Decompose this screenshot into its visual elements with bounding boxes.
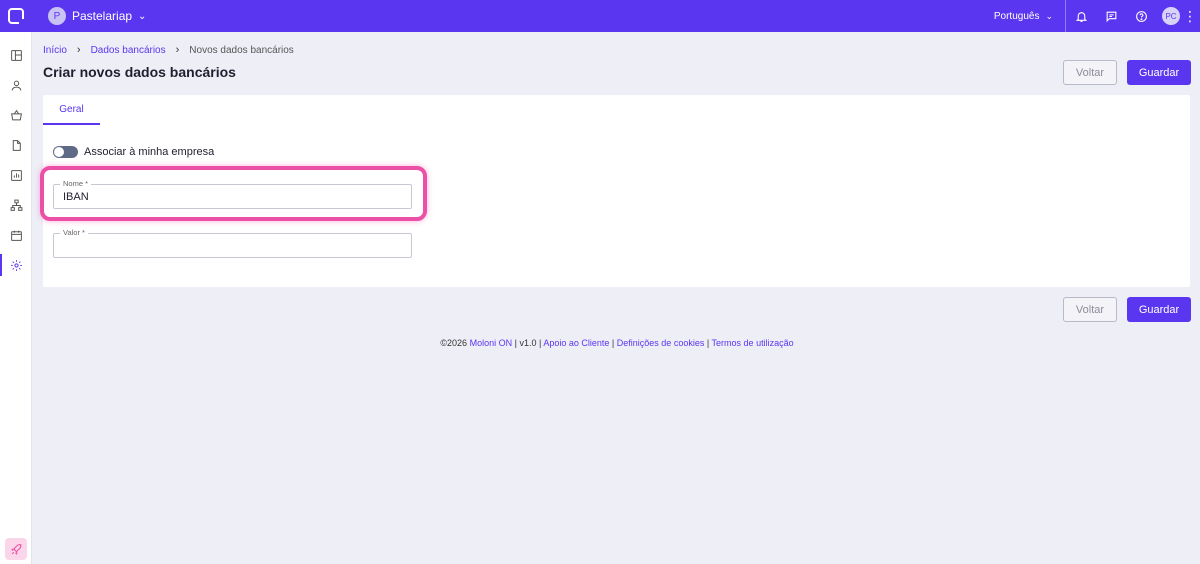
- back-button-bottom[interactable]: Voltar: [1063, 297, 1117, 322]
- breadcrumb: Início › Dados bancários › Novos dados b…: [43, 44, 294, 56]
- footer-separator: |: [706, 338, 710, 348]
- company-name: Pastelariap: [72, 9, 133, 23]
- toggle-label: Associar à minha empresa: [84, 146, 215, 158]
- breadcrumb-home[interactable]: Início: [43, 45, 67, 56]
- user-icon[interactable]: [0, 70, 32, 100]
- sidebar: [0, 32, 32, 564]
- save-button-bottom[interactable]: Guardar: [1127, 297, 1191, 322]
- footer-copyright: ©2026: [440, 338, 468, 348]
- company-avatar: P: [48, 7, 66, 25]
- language-label: Português: [993, 10, 1040, 22]
- logo-icon: [8, 8, 24, 24]
- language-selector[interactable]: Português ⌄: [982, 0, 1066, 32]
- footer-separator: |: [611, 338, 615, 348]
- breadcrumb-section[interactable]: Dados bancários: [91, 45, 166, 56]
- chart-icon[interactable]: [0, 160, 32, 190]
- chevron-down-icon: ⌄: [1045, 10, 1053, 21]
- name-field-highlight: [40, 166, 427, 221]
- basket-icon[interactable]: [0, 100, 32, 130]
- chevron-down-icon: ⌄: [138, 10, 147, 22]
- calendar-icon[interactable]: [0, 220, 32, 250]
- page-title: Criar novos dados bancários: [43, 64, 236, 80]
- footer-version: v1.0: [519, 338, 537, 348]
- user-avatar[interactable]: PC: [1162, 7, 1180, 25]
- hierarchy-icon[interactable]: [0, 190, 32, 220]
- dashboard-icon[interactable]: [0, 40, 32, 70]
- footer-separator: |: [539, 338, 542, 348]
- breadcrumb-current: Novos dados bancários: [189, 44, 294, 56]
- rocket-icon[interactable]: [5, 538, 27, 560]
- chevron-right-icon: ›: [76, 44, 81, 56]
- toggle-knob: [54, 147, 64, 157]
- chevron-right-icon: ›: [175, 44, 180, 56]
- tab-geral[interactable]: Geral: [43, 95, 100, 125]
- footer-terms-link[interactable]: Termos de utilização: [712, 338, 794, 348]
- back-button[interactable]: Voltar: [1063, 60, 1117, 85]
- footer-support-link[interactable]: Apoio ao Cliente: [543, 338, 609, 348]
- company-selector[interactable]: P Pastelariap ⌄: [48, 7, 146, 25]
- associate-company-toggle-row: Associar à minha empresa: [53, 146, 214, 158]
- footer-separator: |: [514, 338, 517, 348]
- value-field-label: Valor *: [60, 228, 88, 238]
- associate-company-toggle[interactable]: [53, 146, 78, 158]
- help-icon[interactable]: [1126, 0, 1156, 32]
- footer-cookies-link[interactable]: Definições de cookies: [617, 338, 705, 348]
- chat-icon[interactable]: [1096, 0, 1126, 32]
- document-icon[interactable]: [0, 130, 32, 160]
- footer-brand-link[interactable]: Moloni ON: [470, 338, 513, 348]
- app-logo[interactable]: [0, 0, 32, 32]
- footer: ©2026 Moloni ON | v1.0 | Apoio ao Client…: [0, 338, 1200, 348]
- save-button[interactable]: Guardar: [1127, 60, 1191, 85]
- more-options-icon[interactable]: ⋮: [1180, 0, 1200, 32]
- bell-icon[interactable]: [1066, 0, 1096, 32]
- gear-icon[interactable]: [0, 250, 32, 280]
- value-field[interactable]: Valor *: [53, 228, 412, 258]
- top-bar: P Pastelariap ⌄ Português ⌄ PC ⋮: [0, 0, 1200, 32]
